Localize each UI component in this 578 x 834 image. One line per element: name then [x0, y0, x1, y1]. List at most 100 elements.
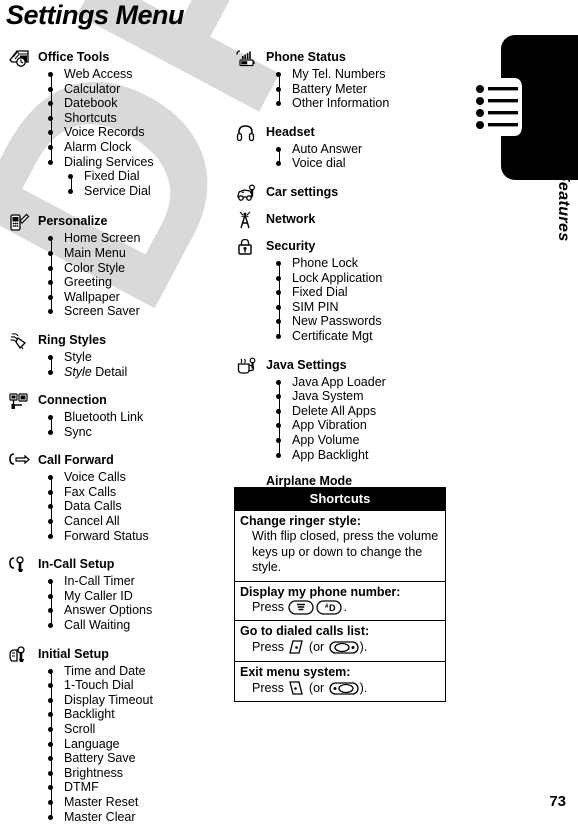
left-soft-key-icon[interactable] — [329, 681, 359, 696]
menu-group-header[interactable]: Network — [234, 211, 452, 229]
list-item[interactable]: Auto Answer — [276, 142, 452, 157]
list-item[interactable]: Style Detail — [48, 365, 232, 380]
pound-d-key-icon[interactable]: # D — [316, 599, 343, 615]
list-item[interactable]: Voice Records — [48, 125, 232, 140]
list-item[interactable]: Battery Save — [48, 751, 232, 766]
menu-group-call-forward: Call Forward Voice Calls Fax Calls Data … — [6, 453, 232, 543]
list-item[interactable]: Wallpaper — [48, 290, 232, 305]
shortcut-body: With flip closed, press the volume keys … — [240, 529, 440, 576]
list-item[interactable]: Screen Saver — [48, 304, 232, 319]
list-item[interactable]: Brightness — [48, 766, 232, 781]
page-body: Settings Menu Office Tools Web Access Ca… — [0, 0, 578, 824]
list-item[interactable]: Java System — [276, 389, 452, 404]
table-row: Change ringer style: With flip closed, p… — [235, 510, 445, 581]
list-item[interactable]: Cancel All — [48, 514, 232, 529]
list-item[interactable]: Home Screen — [48, 231, 232, 246]
list-item[interactable]: Time and Date — [48, 664, 232, 679]
office-tools-icon — [8, 49, 32, 67]
list-item[interactable]: Other Information — [276, 96, 452, 111]
list-item[interactable]: Java App Loader — [276, 375, 452, 390]
menu-group-header[interactable]: Personalize — [6, 213, 232, 231]
right-soft-key-icon[interactable] — [329, 640, 359, 655]
list-item[interactable]: Backlight — [48, 707, 232, 722]
list-item[interactable]: SIM PIN — [276, 300, 452, 315]
list-item[interactable]: Color Style — [48, 261, 232, 276]
list-item[interactable]: Main Menu — [48, 246, 232, 261]
list-item[interactable]: App Volume — [276, 433, 452, 448]
shortcut-body: Press (or ). — [240, 639, 440, 656]
list-item[interactable]: DTMF — [48, 780, 232, 795]
shortcut-body: Press # D. — [240, 600, 440, 616]
network-icon — [236, 211, 260, 229]
list-item[interactable]: Lock Application — [276, 271, 452, 286]
menu-group-header[interactable]: Connection — [6, 393, 232, 410]
menu-group-header[interactable]: Car settings — [234, 184, 452, 202]
shortcuts-table: Shortcuts Change ringer style: With flip… — [234, 487, 446, 702]
in-call-setup-icon — [8, 556, 32, 574]
menu-group-header[interactable]: Phone Status — [234, 50, 452, 67]
menu-item-list: Style Style Detail — [48, 350, 232, 379]
list-item[interactable]: Dialing Services — [48, 155, 232, 170]
list-item[interactable]: Forward Status — [48, 529, 232, 544]
list-item[interactable]: App Backlight — [276, 448, 452, 463]
list-item[interactable]: Phone Lock — [276, 256, 452, 271]
menu-group-header[interactable]: Security — [234, 238, 452, 256]
list-item[interactable]: Master Clear — [48, 810, 232, 825]
list-item[interactable]: Fixed Dial — [276, 285, 452, 300]
list-item[interactable]: Shortcuts — [48, 111, 232, 126]
menu-group-header[interactable]: Call Forward — [6, 453, 232, 470]
menu-group-header[interactable]: Headset — [234, 125, 452, 142]
connection-icon — [8, 392, 32, 410]
list-item[interactable]: App Vibration — [276, 418, 452, 433]
list-item[interactable]: Language — [48, 737, 232, 752]
shortcut-text-end: ). — [359, 640, 368, 654]
list-item[interactable]: Alarm Clock — [48, 140, 232, 155]
list-item[interactable]: Calculator — [48, 82, 232, 97]
menu-group-header[interactable]: Java Settings — [234, 357, 452, 375]
list-item[interactable]: Battery Meter — [276, 82, 452, 97]
menu-group-ring-styles: Ring Styles Style Style Detail — [6, 333, 232, 379]
list-item[interactable]: My Tel. Numbers — [276, 67, 452, 82]
list-item[interactable]: My Caller ID — [48, 589, 232, 604]
list-item[interactable]: Display Timeout — [48, 693, 232, 708]
list-item[interactable]: Voice Calls — [48, 470, 232, 485]
list-item[interactable]: Call Waiting — [48, 618, 232, 633]
list-item[interactable]: Datebook — [48, 96, 232, 111]
send-key-icon[interactable] — [288, 639, 304, 655]
list-item[interactable]: Certificate Mgt — [276, 329, 452, 344]
menu-group-java-settings: Java Settings Java App Loader Java Syste… — [234, 357, 452, 463]
menu-group-header[interactable]: In-Call Setup — [6, 556, 232, 574]
list-item[interactable]: Service Dial — [68, 184, 232, 199]
bulleted-list-icon — [470, 78, 530, 136]
list-item[interactable]: Bluetooth Link — [48, 410, 232, 425]
menu-group-header[interactable]: Ring Styles — [6, 333, 232, 350]
end-key-icon[interactable] — [288, 680, 304, 696]
list-item[interactable]: Voice dial — [276, 156, 452, 171]
list-item[interactable]: Answer Options — [48, 603, 232, 618]
list-item[interactable]: Data Calls — [48, 499, 232, 514]
menu-key-icon[interactable] — [288, 599, 315, 615]
shortcut-text: Press — [252, 680, 288, 695]
list-item[interactable]: Fax Calls — [48, 485, 232, 500]
list-item[interactable]: In-Call Timer — [48, 574, 232, 589]
menu-item-list: Auto Answer Voice dial — [276, 142, 452, 171]
list-item[interactable]: Delete All Apps — [276, 404, 452, 419]
menu-group-header[interactable]: Office Tools — [6, 50, 232, 67]
list-item[interactable]: Master Reset — [48, 795, 232, 810]
menu-group-header[interactable]: Initial Setup — [6, 645, 232, 664]
list-item[interactable]: Greeting — [48, 275, 232, 290]
menu-item-list: Java App Loader Java System Delete All A… — [276, 375, 452, 463]
menu-item-list: Phone Lock Lock Application Fixed Dial S… — [276, 256, 452, 344]
list-item[interactable]: 1-Touch Dial — [48, 678, 232, 693]
list-item[interactable]: Style — [48, 350, 232, 365]
menu-group-label: Network — [266, 211, 316, 226]
shortcut-title: Display my phone number: — [240, 584, 401, 599]
list-item[interactable]: Fixed Dial — [68, 169, 232, 184]
menu-item-list: In-Call Timer My Caller ID Answer Option… — [48, 574, 232, 632]
italic-term: Style — [64, 364, 92, 379]
list-item[interactable]: Scroll — [48, 722, 232, 737]
list-item[interactable]: Sync — [48, 425, 232, 440]
list-item[interactable]: Web Access — [48, 67, 232, 82]
table-row: Go to dialed calls list: Press (or ). — [235, 620, 445, 661]
list-item[interactable]: New Passwords — [276, 314, 452, 329]
